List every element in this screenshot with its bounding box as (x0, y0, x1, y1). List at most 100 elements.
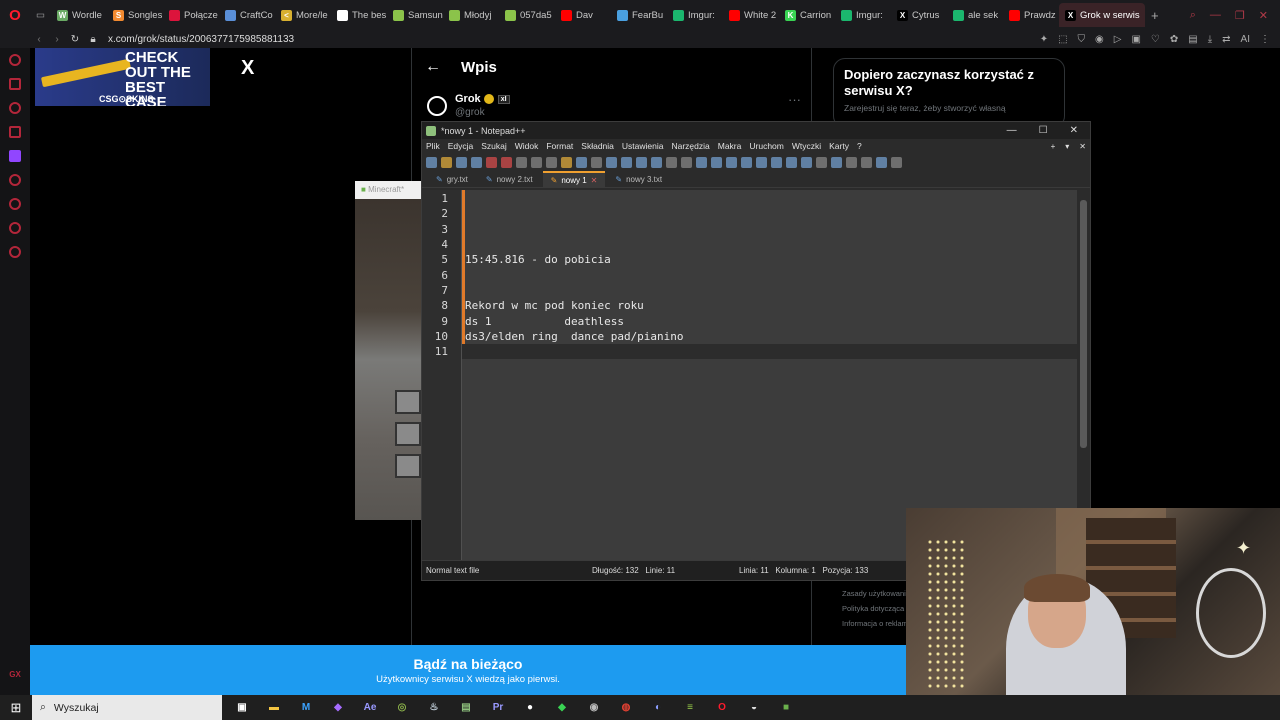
wallet-icon[interactable]: ▣ (1131, 34, 1140, 45)
windows-start-icon[interactable]: ⊞ (0, 700, 32, 716)
new-file-icon[interactable] (426, 156, 437, 168)
npp-minimize-icon[interactable]: — (1007, 125, 1017, 136)
editor-line[interactable]: 6 (441, 267, 1078, 282)
screenshot-icon[interactable]: ⬚ (1058, 34, 1067, 45)
npp-maximize-icon[interactable]: ☐ (1039, 125, 1048, 136)
npp-doc-tab[interactable]: ✎ nowy 3.txt (607, 171, 670, 187)
snapshot-icon[interactable]: ◉ (1095, 34, 1104, 45)
redo-icon[interactable] (591, 156, 602, 168)
close-file-icon[interactable] (486, 156, 497, 168)
footer-link[interactable]: Zasady użytkowania (842, 586, 910, 601)
save-icon[interactable] (456, 156, 467, 168)
premiere-icon[interactable]: Pr (486, 696, 510, 720)
browser-tab[interactable]: Połącze (163, 3, 219, 27)
minecraft-window[interactable]: ■ Minecraft* (355, 181, 421, 520)
easy-files-icon[interactable]: ▤ (1188, 34, 1197, 45)
npp-menu-item[interactable]: ? (857, 141, 862, 151)
undo-icon[interactable] (576, 156, 587, 168)
scrollbar-thumb[interactable] (1080, 200, 1087, 448)
sidebar-history-icon[interactable] (9, 198, 21, 210)
function-list-icon[interactable] (786, 156, 797, 168)
browser-tab[interactable]: W Wordle (51, 3, 107, 27)
stop-macro-icon[interactable] (846, 156, 857, 168)
npp-close-icon[interactable]: ✕ (1070, 125, 1078, 136)
app-dial-icon[interactable]: ◒ (742, 696, 766, 720)
save-macro-icon[interactable] (891, 156, 902, 168)
copy-icon[interactable] (546, 156, 557, 168)
language-icon[interactable] (741, 156, 752, 168)
run-macro-icon[interactable] (876, 156, 887, 168)
editor-line[interactable]: 1 (441, 191, 1078, 206)
sidebar-messenger-icon[interactable] (9, 102, 21, 114)
zoom-out-icon[interactable] (651, 156, 662, 168)
back-arrow-icon[interactable]: ← (425, 58, 441, 76)
discord-icon[interactable]: ◐ (646, 696, 670, 720)
show-all-chars-icon[interactable] (711, 156, 722, 168)
grok-avatar-icon[interactable] (427, 96, 447, 116)
editor-line[interactable]: 7 (441, 283, 1078, 298)
tab-list-icon[interactable]: ▭ (30, 3, 51, 27)
zoom-in-icon[interactable] (636, 156, 647, 168)
browser-tab[interactable]: White 2 (723, 3, 779, 27)
chrome-icon[interactable]: ◍ (614, 696, 638, 720)
minimize-icon[interactable]: — (1210, 9, 1221, 22)
editor-line[interactable]: 5 15:45.816 - do pobicia (441, 252, 1078, 267)
npp-doc-tab[interactable]: ✎ nowy 2.txt (478, 171, 541, 187)
new-tab-button[interactable]: + (1145, 8, 1165, 23)
file-explorer-icon[interactable]: ▬ (262, 696, 286, 720)
app-green-icon[interactable]: ◆ (550, 696, 574, 720)
aria-ai-icon[interactable]: AI (1241, 34, 1250, 45)
minecraft-menu-button[interactable] (395, 390, 421, 414)
npp-menu-item[interactable]: Plik (426, 141, 440, 151)
footer-link[interactable]: Informacja o reklam (842, 616, 910, 631)
sidebar-extensions-icon[interactable] (9, 222, 21, 234)
editor-line[interactable]: 3 (441, 222, 1078, 237)
npp-menu-item[interactable]: Edycja (448, 141, 474, 151)
doc-map-icon[interactable] (756, 156, 767, 168)
x-logo-icon[interactable]: X (241, 57, 254, 80)
browser-tab[interactable]: ale sek (947, 3, 1003, 27)
sidebar-settings-icon[interactable] (9, 246, 21, 258)
minecraft-icon[interactable]: ■ (774, 696, 798, 720)
monitoring-icon[interactable] (816, 156, 827, 168)
author-handle[interactable]: @grok (455, 107, 485, 118)
play-macro-icon[interactable] (861, 156, 872, 168)
app-purple-icon[interactable]: ◆ (326, 696, 350, 720)
sync-v-icon[interactable] (666, 156, 677, 168)
back-icon[interactable]: ‹ (30, 34, 48, 45)
browser-tab[interactable]: Imgur: (835, 3, 891, 27)
editor-line[interactable]: 11 (435, 343, 1078, 360)
npp-title-bar[interactable]: *nowy 1 - Notepad++ — ☐ ✕ (422, 122, 1090, 139)
app-gray-icon[interactable]: ◉ (582, 696, 606, 720)
browser-tab[interactable]: < More/le (275, 3, 331, 27)
editor-line[interactable]: 4 (441, 237, 1078, 252)
play-icon[interactable]: ▷ (1114, 34, 1122, 45)
npp-menu-item[interactable]: Widok (515, 141, 539, 151)
sidebar-control-icon[interactable] (9, 174, 21, 186)
reload-icon[interactable]: ↻ (66, 34, 84, 45)
folder-workspace-icon[interactable] (801, 156, 812, 168)
footer-link[interactable]: Polityka dotycząca (842, 601, 910, 616)
npp-tab-list-icon[interactable]: ▾ (1065, 142, 1069, 151)
browser-tab[interactable]: X Cytrus (891, 3, 947, 27)
browser-tab[interactable]: FearBu (611, 3, 667, 27)
editor-line[interactable]: 8 Rekord w mc pod koniec roku (441, 298, 1078, 313)
npp-menu-item[interactable]: Narzędzia (671, 141, 709, 151)
sidebar-gx-icon[interactable]: GX (9, 670, 21, 679)
browser-tab[interactable]: Młodyj (443, 3, 499, 27)
maximize-icon[interactable]: ❐ (1235, 9, 1245, 22)
indent-guide-icon[interactable] (726, 156, 737, 168)
find-icon[interactable] (606, 156, 617, 168)
sidebar-player-icon[interactable] (9, 78, 21, 90)
notepad-plus-plus-icon[interactable]: ▤ (454, 696, 478, 720)
close-all-icon[interactable] (501, 156, 512, 168)
extensions-icon[interactable]: ✿ (1170, 34, 1178, 45)
npp-tab-close-icon[interactable]: ✕ (591, 176, 598, 185)
flow-icon[interactable]: ⇄ (1222, 34, 1230, 45)
editor-lines[interactable]: 1 2 3 4 5 15:45.816 - do pobicia 6 7 8 Rekord w m… (435, 190, 1078, 561)
csgo-skins-ad[interactable]: CHECK OUT THE BEST CASE CSG⊙SKINS (35, 48, 210, 106)
menu-icon[interactable]: ⋮ (1260, 34, 1270, 45)
sidebar-twitch-icon[interactable] (9, 150, 21, 162)
npp-add-tab-icon[interactable]: + (1051, 142, 1056, 151)
search-tabs-icon[interactable]: ⌕ (1190, 9, 1196, 22)
